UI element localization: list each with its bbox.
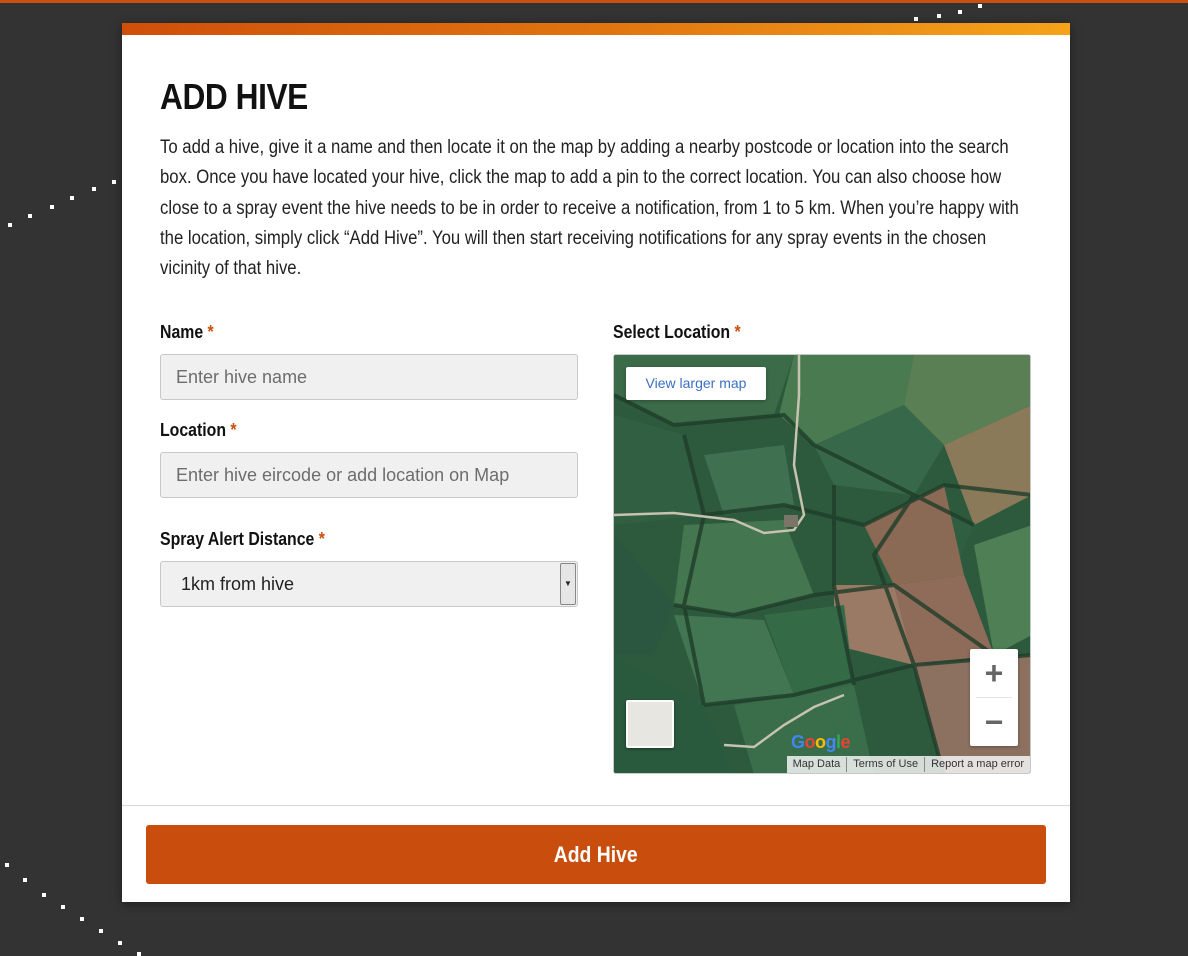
satellite-imagery[interactable]	[614, 355, 1031, 774]
location-label: Location *	[160, 420, 237, 441]
map-data-link[interactable]: Map Data	[787, 757, 847, 772]
zoom-controls: + −	[970, 649, 1018, 747]
spray-alert-label: Spray Alert Distance *	[160, 529, 325, 550]
required-marker: *	[230, 420, 237, 441]
required-marker: *	[207, 322, 214, 343]
select-location-label: Select Location *	[613, 322, 741, 343]
view-larger-map-link[interactable]: View larger map	[626, 367, 766, 401]
google-logo: Google	[791, 732, 851, 753]
hive-name-input[interactable]	[160, 354, 578, 401]
spray-alert-distance-select[interactable]: 1km from hive ▼	[160, 561, 578, 608]
zoom-in-button[interactable]: +	[970, 649, 1018, 697]
zoom-out-button[interactable]: −	[970, 698, 1018, 746]
terms-of-use-link[interactable]: Terms of Use	[846, 757, 924, 773]
top-accent-line	[0, 0, 1188, 3]
map-attribution: Map Data Terms of Use Report a map error	[786, 756, 1030, 774]
name-label: Name *	[160, 322, 214, 343]
spray-alert-selected-value: 1km from hive	[181, 574, 295, 595]
map-section: Select Location * View larger map + − Go…	[613, 320, 1031, 775]
required-marker: *	[318, 529, 325, 550]
instructions-text: To add a hive, give it a name and then l…	[160, 137, 1019, 280]
page-title: ADD HIVE	[160, 76, 308, 117]
dropdown-arrow-icon[interactable]: ▼	[560, 563, 576, 606]
report-map-error-link[interactable]: Report a map error	[924, 757, 1030, 773]
location-map[interactable]: View larger map + − Google Map Data Term…	[613, 354, 1031, 775]
required-marker: *	[734, 322, 741, 343]
footer-divider	[122, 805, 1070, 806]
form-fields: Name * Location * Spray Alert Distance *…	[160, 320, 578, 608]
add-hive-button[interactable]: Add Hive	[146, 825, 1046, 884]
add-hive-modal: ADD HIVE To add a hive, give it a name a…	[122, 23, 1070, 902]
map-type-toggle[interactable]	[626, 700, 674, 749]
modal-accent-bar	[122, 23, 1070, 35]
hive-location-input[interactable]	[160, 452, 578, 499]
